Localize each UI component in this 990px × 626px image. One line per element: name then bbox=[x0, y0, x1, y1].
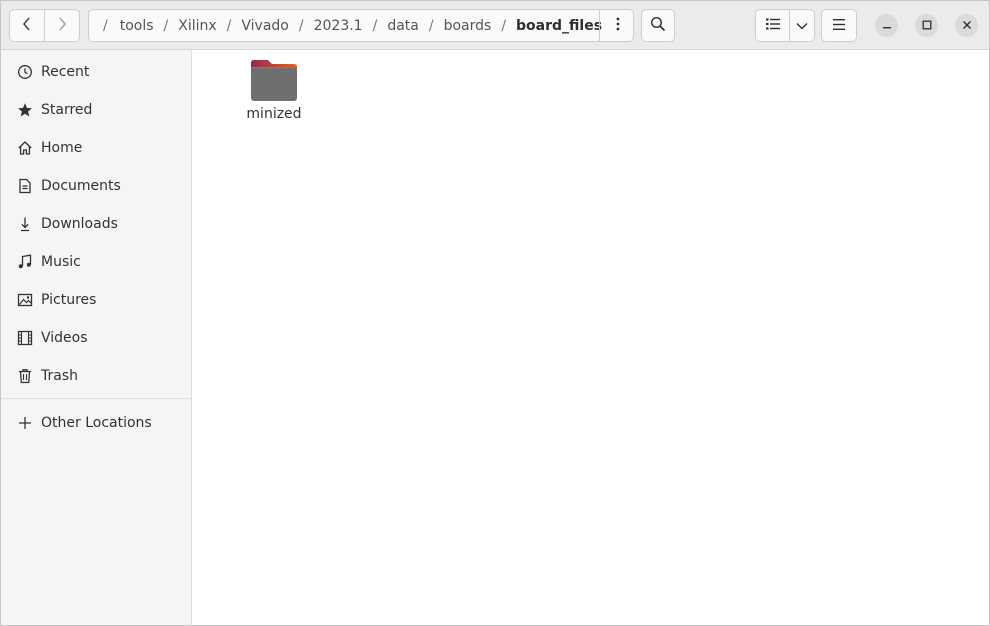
maximize-icon bbox=[922, 18, 932, 34]
path-segment-tools[interactable]: tools bbox=[120, 18, 154, 34]
view-options-button[interactable] bbox=[789, 9, 815, 42]
sidebar-item-music[interactable]: Music bbox=[1, 243, 191, 281]
sidebar-item-label: Trash bbox=[41, 368, 78, 384]
sidebar-item-label: Recent bbox=[41, 64, 90, 80]
path-bar: / tools / Xilinx / Vivado / 2023.1 / dat… bbox=[88, 9, 634, 42]
sidebar-item-label: Starred bbox=[41, 102, 93, 118]
places-sidebar: Recent Starred Home Documents Downloads bbox=[1, 50, 192, 625]
forward-button[interactable] bbox=[44, 9, 80, 42]
search-button[interactable] bbox=[641, 9, 675, 42]
sidebar-item-downloads[interactable]: Downloads bbox=[1, 205, 191, 243]
close-button[interactable] bbox=[955, 14, 978, 37]
video-icon bbox=[16, 329, 34, 347]
sidebar-item-home[interactable]: Home bbox=[1, 129, 191, 167]
list-view-button[interactable] bbox=[755, 9, 790, 42]
sidebar-item-documents[interactable]: Documents bbox=[1, 167, 191, 205]
sidebar-item-other-locations[interactable]: Other Locations bbox=[1, 404, 191, 442]
view-buttons bbox=[755, 9, 815, 42]
path-segment-xilinx[interactable]: Xilinx bbox=[178, 18, 216, 34]
folder-icon bbox=[250, 58, 298, 102]
path-segment-version[interactable]: 2023.1 bbox=[314, 18, 363, 34]
header-bar: / tools / Xilinx / Vivado / 2023.1 / dat… bbox=[1, 1, 989, 50]
path-separator: / bbox=[372, 17, 378, 34]
sidebar-divider bbox=[1, 398, 191, 399]
hamburger-menu-icon bbox=[833, 18, 845, 34]
folder-item[interactable]: minized bbox=[232, 56, 316, 126]
sidebar-item-videos[interactable]: Videos bbox=[1, 319, 191, 357]
sidebar-item-label: Downloads bbox=[41, 216, 118, 232]
sidebar-item-label: Pictures bbox=[41, 292, 97, 308]
file-name: minized bbox=[246, 106, 302, 122]
path-separator: / bbox=[163, 17, 169, 34]
picture-icon bbox=[16, 291, 34, 309]
back-button[interactable] bbox=[9, 9, 45, 42]
sidebar-item-recent[interactable]: Recent bbox=[1, 53, 191, 91]
file-manager-window: / tools / Xilinx / Vivado / 2023.1 / dat… bbox=[0, 0, 990, 626]
path-separator: / bbox=[226, 17, 232, 34]
breadcrumb: / tools / Xilinx / Vivado / 2023.1 / dat… bbox=[103, 10, 602, 41]
clock-icon bbox=[16, 63, 34, 81]
vertical-ellipsis-icon bbox=[616, 17, 620, 35]
minimize-button[interactable] bbox=[875, 14, 898, 37]
path-segment-data[interactable]: data bbox=[387, 18, 419, 34]
path-separator: / bbox=[428, 17, 434, 34]
search-icon bbox=[650, 16, 666, 36]
home-icon bbox=[16, 139, 34, 157]
path-segment-boards[interactable]: boards bbox=[444, 18, 492, 34]
sidebar-item-starred[interactable]: Starred bbox=[1, 91, 191, 129]
music-icon bbox=[16, 253, 34, 271]
plus-icon bbox=[16, 414, 34, 432]
minimize-icon bbox=[882, 18, 892, 34]
path-separator: / bbox=[501, 17, 507, 34]
document-icon bbox=[16, 177, 34, 195]
chevron-left-icon bbox=[21, 17, 33, 35]
star-icon bbox=[16, 101, 34, 119]
maximize-button[interactable] bbox=[915, 14, 938, 37]
path-root-separator[interactable]: / bbox=[103, 18, 108, 34]
path-menu-button[interactable] bbox=[599, 9, 635, 42]
navigation-buttons bbox=[9, 9, 81, 42]
sidebar-item-label: Music bbox=[41, 254, 81, 270]
sidebar-item-label: Home bbox=[41, 140, 83, 156]
close-icon bbox=[962, 18, 972, 34]
chevron-right-icon bbox=[56, 17, 68, 35]
sidebar-item-label: Other Locations bbox=[41, 415, 152, 431]
sidebar-item-trash[interactable]: Trash bbox=[1, 357, 191, 395]
list-view-icon bbox=[765, 18, 780, 34]
download-icon bbox=[16, 215, 34, 233]
file-view: minized bbox=[192, 50, 989, 625]
sidebar-item-label: Videos bbox=[41, 330, 88, 346]
path-segment-current[interactable]: board_files bbox=[516, 18, 602, 34]
sidebar-item-pictures[interactable]: Pictures bbox=[1, 281, 191, 319]
chevron-down-icon bbox=[796, 18, 808, 34]
main-menu-button[interactable] bbox=[821, 9, 857, 42]
path-separator: / bbox=[298, 17, 304, 34]
trash-icon bbox=[16, 367, 34, 385]
sidebar-item-label: Documents bbox=[41, 178, 121, 194]
path-segment-vivado[interactable]: Vivado bbox=[241, 18, 288, 34]
